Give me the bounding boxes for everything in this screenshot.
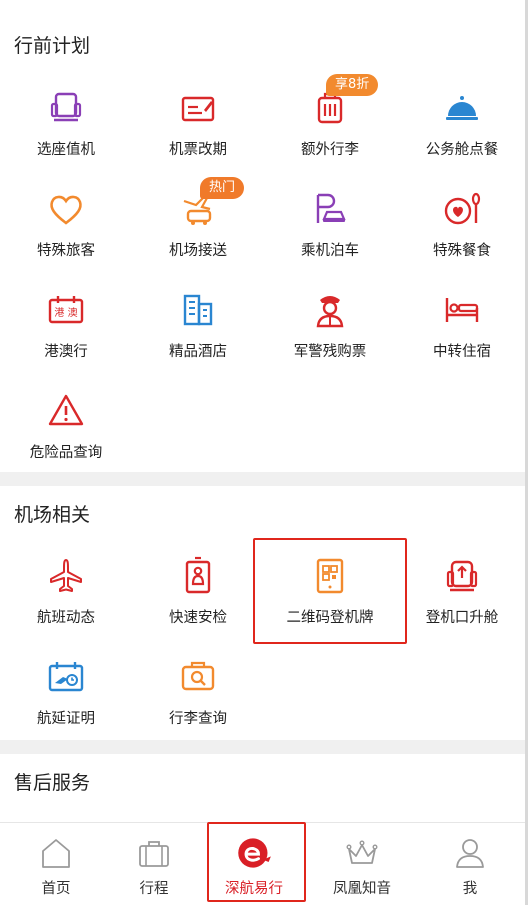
tab-label: 我 [462, 881, 478, 897]
service-hotel[interactable]: 精品酒店 [132, 282, 264, 382]
upgrade-icon [446, 560, 478, 592]
service-label: 额外行李 [301, 142, 359, 158]
service-ticket-change[interactable]: 机票改期 [132, 80, 264, 180]
service-label: 军警残购票 [293, 344, 367, 360]
service-fast-security[interactable]: 快速安检 [132, 548, 264, 648]
section-divider [0, 472, 528, 486]
cloche-icon [446, 96, 478, 120]
service-special-passenger[interactable]: 特殊旅客 [0, 181, 132, 281]
service-label: 精品酒店 [169, 344, 227, 360]
service-label: 乘机泊车 [301, 243, 359, 259]
service-label: 特殊旅客 [37, 243, 95, 259]
service-label: 公务舱点餐 [425, 142, 499, 158]
crown-icon [346, 840, 378, 864]
security-check-icon [185, 556, 211, 594]
tab-home[interactable]: 首页 [4, 823, 108, 905]
user-icon [456, 839, 484, 868]
service-parking[interactable]: 乘机泊车 [264, 181, 396, 281]
service-label: 特殊餐食 [433, 243, 491, 259]
service-military-police-ticket[interactable]: 军警残购票 [264, 282, 396, 382]
service-gate-upgrade[interactable]: 登机口升舱 [396, 548, 528, 648]
special-meal-icon [444, 192, 481, 225]
service-label: 中转住宿 [433, 344, 491, 360]
seat-icon [50, 92, 82, 122]
section-pre-trip: 行前计划 选座值机 机票改期 额外行李 享8折 公务舱点餐 特殊旅客 机场接送 … [0, 0, 528, 472]
qr-boarding-pass-highlight [253, 538, 407, 644]
service-label: 登机口升舱 [425, 610, 499, 626]
section-title-after-sales: 售后服务 [14, 772, 91, 794]
service-baggage-search[interactable]: 行李查询 [132, 649, 264, 749]
service-label: 选座值机 [37, 142, 95, 158]
service-special-meal[interactable]: 特殊餐食 [396, 181, 528, 281]
tab-highlight [207, 822, 306, 902]
officer-icon [316, 296, 344, 328]
tab-label: 凤凰知音 [333, 881, 391, 897]
service-label: 危险品查询 [29, 445, 103, 461]
service-label: 航班动态 [37, 610, 95, 626]
service-label: 航延证明 [37, 711, 95, 727]
service-dangerous-goods[interactable]: 危险品查询 [0, 383, 132, 483]
airplane-icon [50, 559, 82, 592]
tab-phoenix-miles[interactable]: 凤凰知音 [310, 823, 414, 905]
section-title-airport: 机场相关 [14, 504, 91, 526]
home-icon [42, 839, 70, 868]
tab-me[interactable]: 我 [418, 823, 522, 905]
service-label: 机场接送 [169, 243, 227, 259]
tab-itinerary[interactable]: 行程 [102, 823, 206, 905]
warning-icon [48, 394, 84, 426]
section-after-sales: 售后服务 [0, 754, 528, 822]
section-divider [0, 740, 528, 754]
service-label: 行李查询 [169, 711, 227, 727]
service-label: 机票改期 [169, 142, 227, 158]
service-delay-certificate[interactable]: 航延证明 [0, 649, 132, 749]
service-select-seat[interactable]: 选座值机 [0, 80, 132, 180]
service-flight-status[interactable]: 航班动态 [0, 548, 132, 648]
tab-label: 行程 [139, 881, 169, 897]
ticket-change-icon [181, 96, 215, 122]
service-hk-macau[interactable]: 港 澳 港澳行 [0, 282, 132, 382]
suitcase-icon [139, 841, 169, 867]
bed-icon [445, 298, 479, 322]
tab-label: 首页 [41, 881, 71, 897]
hk-macau-icon: 港 澳 [48, 296, 84, 324]
baggage-search-icon [181, 661, 215, 691]
service-business-meal[interactable]: 公务舱点餐 [396, 80, 528, 180]
service-extra-baggage[interactable]: 额外行李 享8折 [264, 74, 396, 180]
hotel-icon [183, 294, 213, 326]
service-label: 港澳行 [44, 344, 88, 360]
section-title-pre-trip: 行前计划 [14, 35, 91, 57]
heart-icon [50, 195, 82, 225]
svg-text:港 澳: 港 澳 [54, 306, 77, 319]
hot-badge: 热门 [200, 177, 245, 199]
delay-certificate-icon [48, 662, 84, 692]
discount-badge: 享8折 [326, 74, 379, 96]
service-transit-hotel[interactable]: 中转住宿 [396, 282, 528, 382]
service-label: 快速安检 [169, 610, 227, 626]
parking-icon [316, 193, 346, 223]
service-airport-transfer[interactable]: 机场接送 热门 [132, 177, 264, 281]
